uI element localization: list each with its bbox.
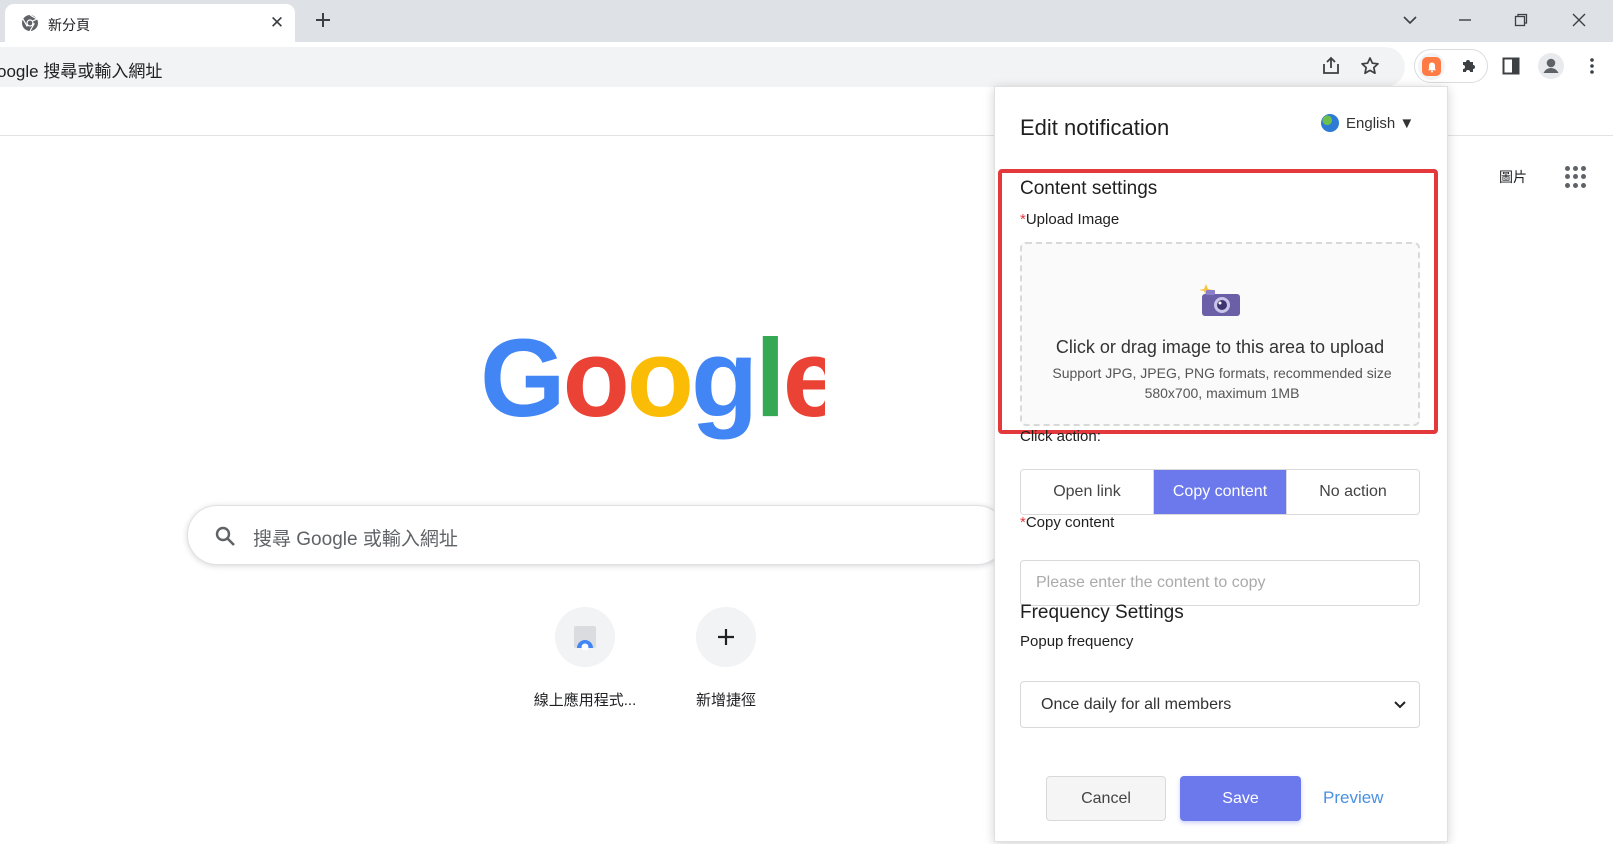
shortcut-tile[interactable]	[555, 607, 615, 667]
chrome-icon	[22, 14, 39, 32]
more-vert-icon	[1590, 58, 1594, 74]
restore-button[interactable]	[1503, 5, 1539, 35]
save-button[interactable]: Save	[1180, 776, 1301, 821]
popup-title: Edit notification	[1020, 115, 1170, 140]
popup-frequency-select[interactable]: Once daily for all members	[1020, 681, 1420, 728]
upload-title: Click or drag image to this area to uplo…	[1055, 337, 1385, 357]
share-icon	[1323, 56, 1339, 74]
star-icon	[1361, 57, 1379, 75]
google-logo: Google	[480, 330, 825, 440]
google-logo-text: Google	[480, 330, 825, 440]
upload-image-label: *Upload Image	[1020, 211, 1120, 228]
tab-title: 新分頁	[48, 17, 90, 33]
google-logo-letter: l	[755, 330, 783, 440]
click-action-segmented: Open link Copy content No action	[1020, 469, 1420, 515]
shortcut-label: 新增捷徑	[695, 692, 756, 709]
popup-frequency-label: Popup frequency	[1020, 633, 1134, 650]
browser-menu-button[interactable]	[1578, 52, 1606, 80]
profile-button[interactable]	[1537, 52, 1565, 80]
tab-search-button[interactable]	[1392, 5, 1428, 35]
chevron-down-icon	[1394, 701, 1406, 709]
copy-content-option[interactable]: Copy content	[1154, 470, 1287, 514]
edit-notification-popup: Edit notification English ▼ Content sett…	[994, 86, 1448, 842]
popup-frequency-value: Once daily for all members	[1041, 695, 1232, 713]
minimize-button[interactable]	[1447, 5, 1483, 35]
google-logo-letter: g	[691, 330, 755, 440]
content-settings-title: Content settings	[1020, 178, 1158, 199]
notification-extension-icon	[1422, 57, 1441, 76]
cancel-button[interactable]: Cancel	[1046, 776, 1166, 821]
click-action-label: Click action:	[1020, 428, 1101, 445]
share-button[interactable]	[1317, 52, 1345, 80]
google-logo-letter: o	[627, 330, 691, 440]
shortcut-tile[interactable]	[696, 607, 756, 667]
new-tab-button[interactable]	[310, 7, 336, 33]
copy-content-label: *Copy content	[1020, 514, 1115, 531]
address-bar-text[interactable]: oogle 搜尋或輸入網址	[0, 57, 162, 82]
close-icon[interactable]: ✕	[266, 12, 288, 34]
tab-new-tab[interactable]: 新分頁 ✕	[5, 4, 295, 42]
bookmark-button[interactable]	[1356, 52, 1384, 80]
preview-link[interactable]: Preview	[1323, 788, 1383, 808]
upload-hint: Support JPG, JPEG, PNG formats, recommen…	[1052, 365, 1392, 401]
side-panel-button[interactable]	[1497, 52, 1525, 80]
close-icon	[1572, 13, 1586, 27]
profile-icon	[1538, 53, 1564, 79]
google-logo-letter: e	[783, 330, 825, 440]
frequency-settings-title: Frequency Settings	[1020, 602, 1184, 623]
plus-icon	[316, 13, 330, 27]
webstore-icon	[574, 626, 596, 650]
ntp-search-box[interactable]: 搜尋 Google 或輸入網址	[187, 505, 1007, 565]
no-action-option[interactable]: No action	[1287, 470, 1419, 514]
google-logo-letter: o	[563, 330, 627, 440]
side-panel-icon	[1502, 57, 1520, 75]
chevron-down-icon	[1403, 16, 1417, 25]
plus-icon	[718, 629, 734, 645]
close-window-button[interactable]	[1561, 5, 1597, 35]
globe-icon	[1321, 114, 1339, 132]
search-icon	[215, 526, 235, 546]
google-logo-letter: G	[480, 330, 563, 440]
open-link-option[interactable]: Open link	[1021, 470, 1154, 514]
shortcut-label: 線上應用程式...	[533, 692, 637, 709]
tab-strip: 新分頁 ✕	[0, 0, 1613, 42]
address-bar[interactable]: oogle 搜尋或輸入網址	[0, 47, 1405, 87]
shortcut-add[interactable]: 新增捷徑	[661, 607, 791, 710]
restore-icon	[1514, 13, 1528, 27]
copy-content-input[interactable]	[1020, 560, 1420, 606]
notification-extension-button[interactable]	[1418, 53, 1445, 80]
shortcut-webstore[interactable]: 線上應用程式...	[520, 607, 650, 710]
extensions-button[interactable]	[1455, 52, 1483, 80]
minimize-icon	[1459, 19, 1471, 21]
apps-grid-icon[interactable]	[1565, 166, 1587, 188]
language-label[interactable]: English ▼	[1346, 115, 1414, 132]
puzzle-icon	[1463, 60, 1475, 72]
ntp-search-placeholder[interactable]: 搜尋 Google 或輸入網址	[253, 524, 458, 551]
upload-dropzone[interactable]: Click or drag image to this area to uplo…	[1020, 242, 1420, 426]
browser-toolbar: oogle 搜尋或輸入網址	[0, 42, 1613, 90]
language-selector[interactable]: English ▼	[1321, 114, 1414, 132]
images-link[interactable]: 圖片	[1499, 167, 1527, 187]
camera-icon	[1200, 284, 1240, 316]
